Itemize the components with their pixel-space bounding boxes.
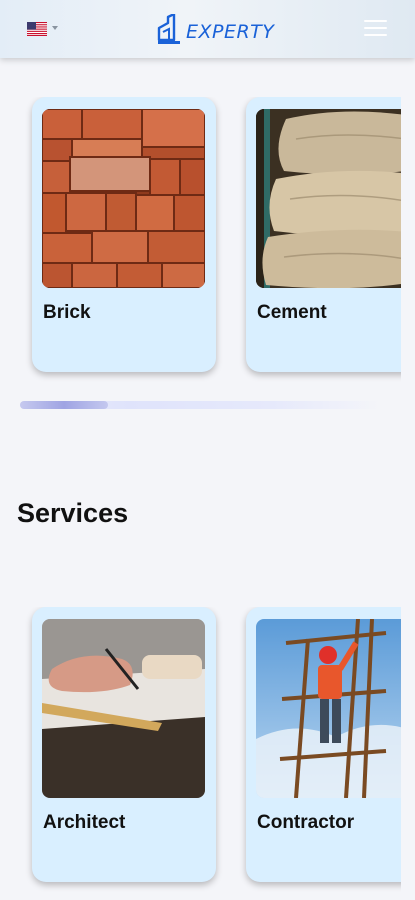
service-label: Architect bbox=[43, 812, 126, 833]
language-selector[interactable] bbox=[27, 22, 61, 38]
material-label: Cement bbox=[257, 302, 327, 323]
services-carousel[interactable]: Architect Contractor bbox=[0, 607, 401, 897]
material-card-brick[interactable]: Brick bbox=[32, 97, 216, 372]
menu-button[interactable] bbox=[364, 20, 388, 38]
service-card-contractor[interactable]: Contractor bbox=[246, 607, 401, 882]
us-flag-icon bbox=[27, 22, 47, 36]
material-card-cement[interactable]: Cement bbox=[246, 97, 401, 372]
service-label: Contractor bbox=[257, 812, 355, 833]
material-label: Brick bbox=[43, 302, 91, 323]
chevron-down-icon bbox=[52, 26, 58, 30]
cement-image bbox=[256, 109, 401, 288]
service-card-architect[interactable]: Architect bbox=[32, 607, 216, 882]
materials-carousel[interactable]: Brick Cement bbox=[0, 97, 401, 387]
logo-mark-icon bbox=[157, 14, 180, 44]
brick-image bbox=[42, 109, 205, 288]
architect-image bbox=[42, 619, 205, 798]
materials-scrollbar[interactable] bbox=[20, 401, 380, 409]
brand-logo[interactable]: EXPERTY bbox=[156, 14, 274, 46]
contractor-image bbox=[256, 619, 401, 798]
app-header: EXPERTY bbox=[0, 0, 415, 58]
services-title: Services bbox=[17, 498, 129, 528]
hamburger-icon bbox=[364, 20, 387, 22]
scrollbar-thumb[interactable] bbox=[20, 401, 108, 409]
logo-text: EXPERTY bbox=[186, 21, 275, 43]
